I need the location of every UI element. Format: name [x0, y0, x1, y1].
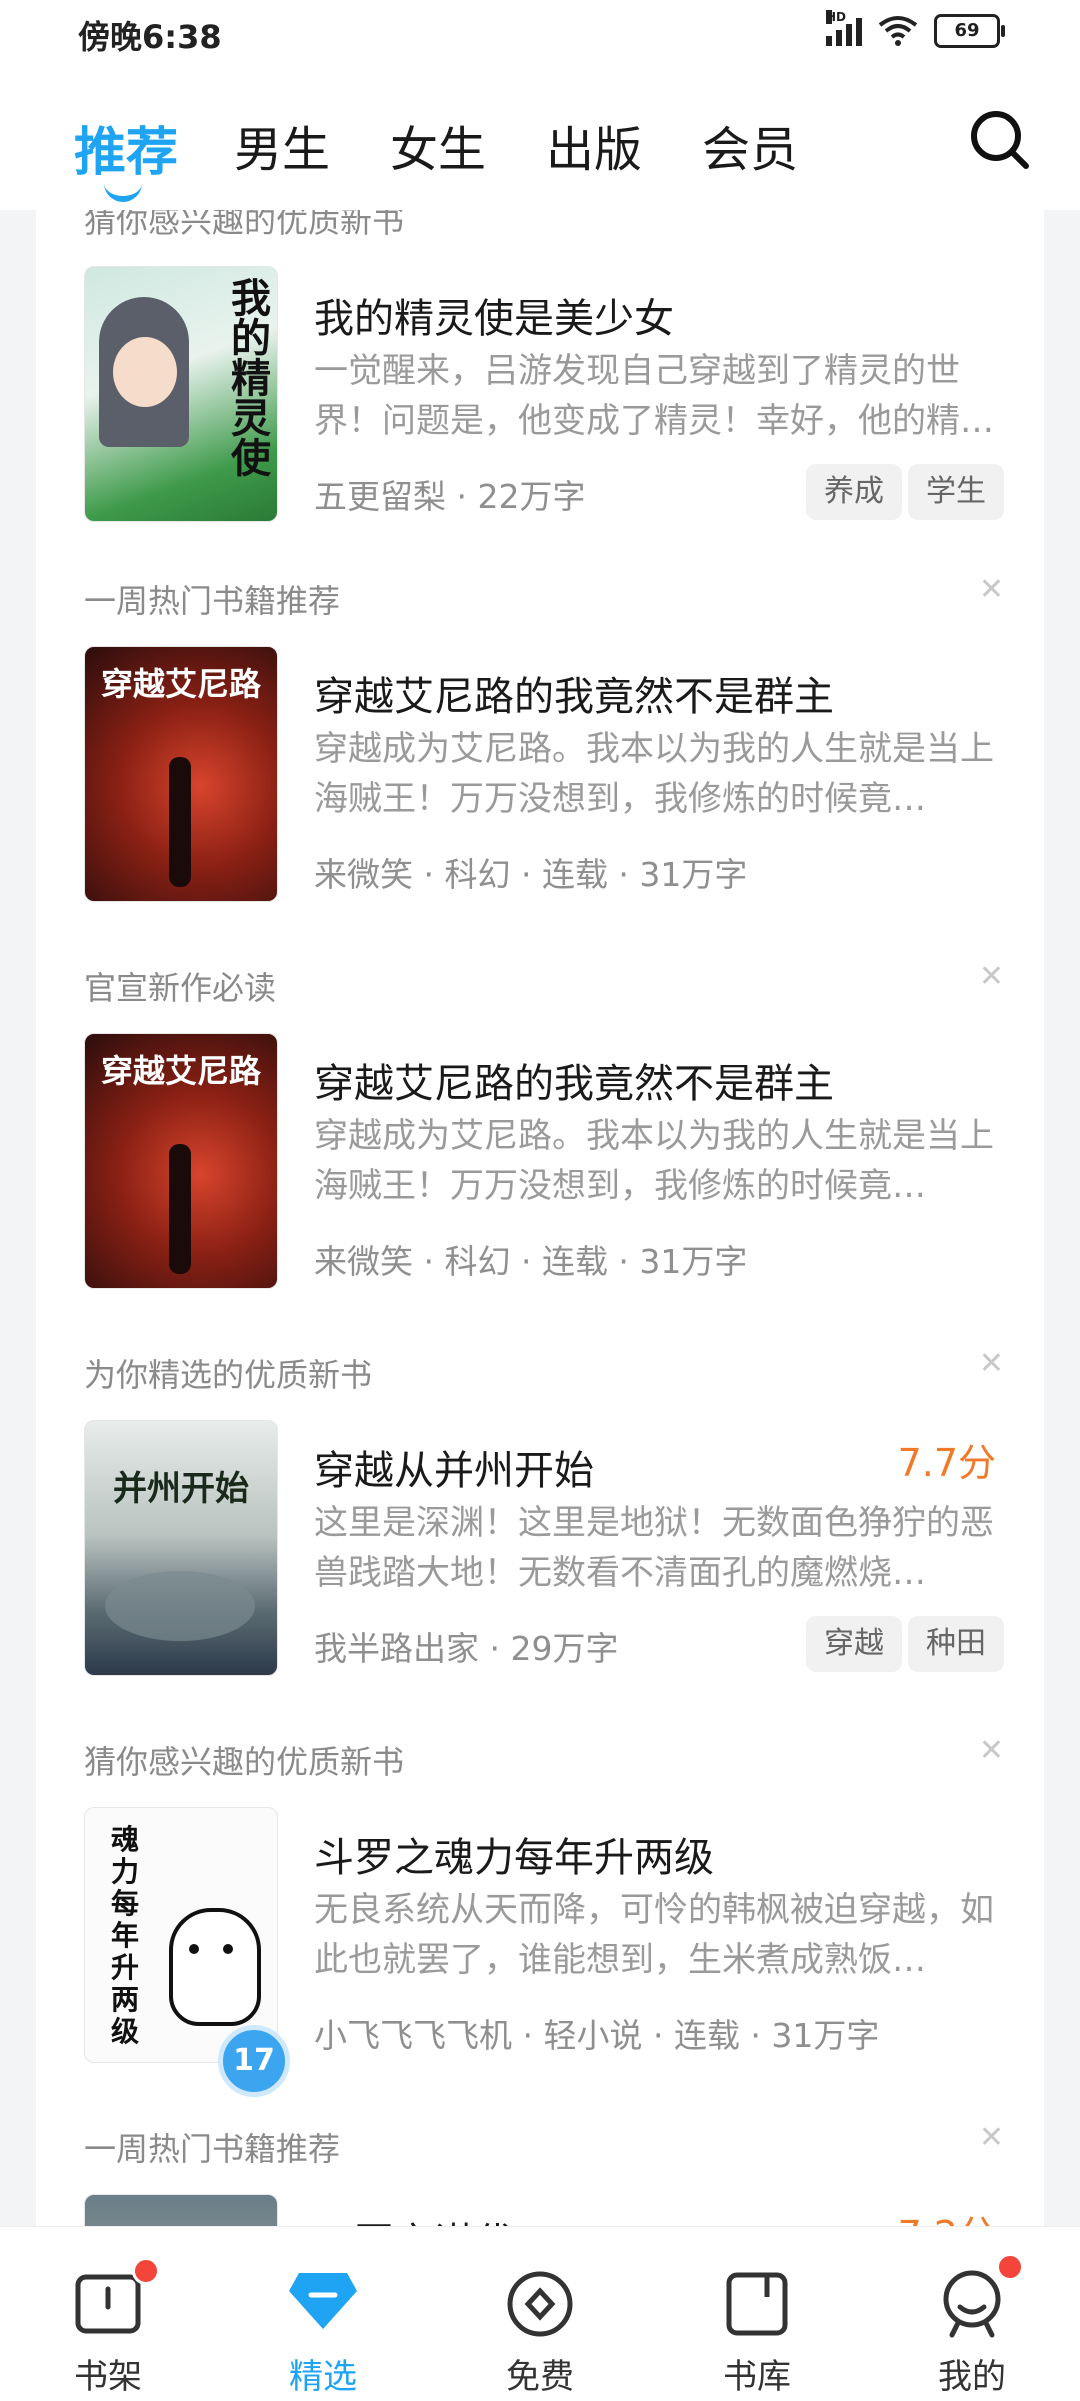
book-cover[interactable]: 并州开始 [84, 1420, 278, 1676]
book-tag[interactable]: 养成 [806, 464, 902, 520]
book-title: 三国之谋代 [314, 2210, 514, 2226]
top-nav: 推荐 男生 女生 出版 会员 [0, 70, 1080, 210]
section-label: 一周热门书籍推荐 [84, 582, 341, 620]
nav-label: 书库 [723, 2357, 791, 2397]
tab-member[interactable]: 会员 [702, 110, 798, 180]
book-score: 7.7分 [897, 1441, 996, 1485]
book-tag[interactable]: 穿越 [806, 1616, 902, 1672]
book-cover[interactable] [84, 2194, 278, 2226]
book-title: 穿越艾尼路的我竟然不是群主 [314, 674, 834, 720]
tab-recommend[interactable]: 推荐 [74, 110, 178, 185]
tab-male[interactable]: 男生 [234, 110, 330, 180]
update-badge: 17 [218, 2025, 290, 2097]
book-description: 无良系统从天而降，可怜的韩枫被迫穿越，如此也就罢了，谁能想到，生米煮成熟饭… [314, 1890, 994, 1980]
book-cover[interactable]: 穿越艾尼路 [84, 1033, 278, 1289]
notification-dot [132, 2257, 160, 2285]
cover-title: 穿越艾尼路 [100, 1052, 261, 1090]
book-item[interactable]: 为你精选的优质新书 ✕ 并州开始 穿越从并州开始 7.7分 这里是深渊！这里是地… [36, 1338, 1044, 1718]
notification-dot [996, 2253, 1024, 2281]
book-title: 斗罗之魂力每年升两级 [314, 1835, 714, 1881]
bottom-nav: 书架 精选 免费 书库 我的 [0, 2226, 1080, 2401]
status-time: 傍晚6:38 [78, 18, 222, 56]
book-cover[interactable]: 我的精灵使 [84, 266, 278, 522]
signal-icon: HD [826, 10, 862, 46]
bookshelf-icon [75, 2274, 141, 2334]
nav-featured[interactable]: 精选 [263, 2227, 383, 2401]
status-icons: HD 69 [826, 10, 1005, 48]
section-label: 官宣新作必读 [84, 969, 277, 1007]
book-meta: 我半路出家 · 29万字 [314, 1629, 619, 1668]
status-bar: 傍晚6:38 HD 69 [0, 0, 1080, 70]
book-meta: 小飞飞飞飞机 · 轻小说 · 连载 · 31万字 [314, 2016, 880, 2055]
section-label: 一周热门书籍推荐 [84, 2130, 341, 2168]
book-title: 穿越艾尼路的我竟然不是群主 [314, 1061, 834, 1107]
book-item[interactable]: 一周热门书籍推荐 ✕ 穿越艾尼路 穿越艾尼路的我竟然不是群主 穿越成为艾尼路。我… [36, 564, 1044, 944]
close-icon[interactable]: ✕ [979, 2120, 1004, 2155]
book-title: 穿越从并州开始 [314, 1448, 594, 1494]
book-feed: 猜你感兴趣的优质新书 我的精灵使 我的精灵使是美少女 一觉醒来，吕游发现自己穿越… [36, 210, 1044, 2226]
book-item[interactable]: 猜你感兴趣的优质新书 ✕ 魂力每年升两级 17 斗罗之魂力每年升两级 无良系统从… [36, 1725, 1044, 2105]
book-tag[interactable]: 种田 [908, 1616, 1004, 1672]
book-tag[interactable]: 学生 [908, 464, 1004, 520]
book-meta: 来微笑 · 科幻 · 连载 · 31万字 [314, 1242, 748, 1281]
book-description: 穿越成为艾尼路。我本以为我的人生就是当上海贼王！万万没想到，我修炼的时候竟… [314, 729, 994, 819]
book-item[interactable]: 官宣新作必读 ✕ 穿越艾尼路 穿越艾尼路的我竟然不是群主 穿越成为艾尼路。我本以… [36, 951, 1044, 1331]
tab-publish[interactable]: 出版 [546, 110, 642, 180]
book-meta: 来微笑 · 科幻 · 连载 · 31万字 [314, 855, 748, 894]
coin-icon [507, 2271, 573, 2337]
profile-icon [943, 2270, 1001, 2338]
tab-female[interactable]: 女生 [390, 110, 486, 180]
nav-label: 我的 [938, 2357, 1006, 2397]
active-tab-indicator [104, 182, 142, 202]
section-label: 为你精选的优质新书 [84, 1356, 373, 1394]
close-icon[interactable]: ✕ [979, 1733, 1004, 1768]
close-icon[interactable]: ✕ [979, 572, 1004, 607]
close-icon[interactable]: ✕ [979, 1346, 1004, 1381]
book-item[interactable]: 一周热门书籍推荐 ✕ 三国之谋代 7.2分 [36, 2112, 1044, 2226]
library-icon [726, 2272, 788, 2336]
cover-title: 我的精灵使 [224, 277, 270, 477]
book-meta: 五更留梨 · 22万字 [314, 477, 586, 516]
close-icon[interactable]: ✕ [979, 959, 1004, 994]
book-title: 我的精灵使是美少女 [314, 296, 674, 342]
battery-icon: 69 [934, 14, 1005, 48]
section-label: 猜你感兴趣的优质新书 [84, 1743, 405, 1781]
nav-label: 精选 [289, 2357, 357, 2397]
network-type: HD [826, 10, 847, 24]
search-icon[interactable] [968, 108, 1032, 172]
cover-title: 魂力每年升两级 [111, 1823, 140, 2048]
nav-label: 书架 [74, 2357, 142, 2397]
book-score: 7.2分 [898, 2204, 996, 2226]
book-description: 一觉醒来，吕游发现自己穿越到了精灵的世界！问题是，他变成了精灵！幸好，他的精… [314, 351, 994, 441]
book-description: 这里是深渊！这里是地狱！无数面色狰狞的恶兽践踏大地！无数看不清面孔的魔燃烧… [314, 1503, 994, 1593]
book-item[interactable]: 猜你感兴趣的优质新书 我的精灵使 我的精灵使是美少女 一觉醒来，吕游发现自己穿越… [36, 210, 1044, 576]
book-description: 穿越成为艾尼路。我本以为我的人生就是当上海贼王！万万没想到，我修炼的时候竟… [314, 1116, 994, 1206]
cover-title: 并州开始 [113, 1469, 249, 1509]
nav-bookshelf[interactable]: 书架 [48, 2227, 168, 2401]
wifi-icon [878, 16, 918, 46]
nav-free[interactable]: 免费 [480, 2227, 600, 2401]
nav-label: 免费 [506, 2357, 574, 2397]
diamond-icon [289, 2273, 357, 2329]
section-label: 猜你感兴趣的优质新书 [84, 210, 405, 240]
cover-title: 穿越艾尼路 [100, 665, 261, 703]
nav-library[interactable]: 书库 [697, 2227, 817, 2401]
nav-profile[interactable]: 我的 [912, 2227, 1032, 2401]
book-cover[interactable]: 穿越艾尼路 [84, 646, 278, 902]
